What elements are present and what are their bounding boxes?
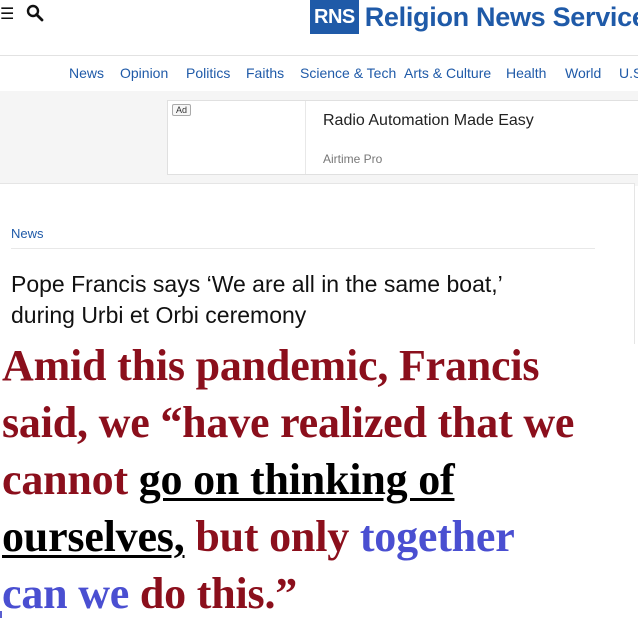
nav-item-us[interactable]: U.S. xyxy=(619,65,638,81)
top-header: ☰ RNS Religion News Service xyxy=(0,0,638,55)
quote-text: Amid this pandemic, Francis xyxy=(2,341,540,390)
quote-underlined-text: ourselves, xyxy=(2,512,185,561)
headline-line-2: during Urbi et Orbi ceremony xyxy=(11,302,307,328)
nav-item-science-tech[interactable]: Science & Tech xyxy=(300,65,396,81)
quote-blue-text: can we xyxy=(2,569,140,618)
quote-line-5: can we do this.” xyxy=(2,565,638,622)
nav-item-faiths[interactable]: Faiths xyxy=(246,65,284,81)
nav-item-world[interactable]: World xyxy=(565,65,601,81)
quote-text: cannot xyxy=(2,455,139,504)
nav-item-news[interactable]: News xyxy=(69,65,104,81)
logo-mark: RNS xyxy=(310,0,359,34)
quote-line-2: said, we “have realized that we xyxy=(2,394,638,451)
headline-line-1: Pope Francis says ‘We are all in the sam… xyxy=(11,271,503,297)
quote-line-3: cannot go on thinking of xyxy=(2,451,638,508)
ad-title[interactable]: Radio Automation Made Easy xyxy=(323,112,534,130)
quote-line-4: ourselves, but only together xyxy=(2,508,638,565)
article-headline: Pope Francis says ‘We are all in the sam… xyxy=(11,269,601,331)
section-link[interactable]: News xyxy=(11,226,44,241)
overlay-quote: Amid this pandemic, Francis said, we “ha… xyxy=(2,337,638,622)
ad-badge: Ad xyxy=(172,104,192,116)
ad-banner[interactable]: Ad Radio Automation Made Easy Airtime Pr… xyxy=(167,100,638,175)
logo-text: Religion News Service xyxy=(364,1,638,32)
nav-item-arts-culture[interactable]: Arts & Culture xyxy=(404,65,491,81)
scroll-marker xyxy=(0,611,2,618)
article-card: News Pope Francis says ‘We are all in th… xyxy=(0,183,635,344)
site-logo[interactable]: RNS Religion News Service xyxy=(310,0,638,34)
ad-sponsor: Airtime Pro xyxy=(323,152,383,166)
ad-image-area[interactable]: Ad xyxy=(168,101,306,174)
search-icon[interactable] xyxy=(26,4,44,27)
nav-item-health[interactable]: Health xyxy=(506,65,546,81)
nav-item-politics[interactable]: Politics xyxy=(186,65,230,81)
divider xyxy=(11,248,595,249)
quote-underlined-text: go on thinking of xyxy=(138,455,455,504)
nav-item-opinion[interactable]: Opinion xyxy=(120,65,168,81)
main-nav: News Opinion Politics Faiths Science & T… xyxy=(0,55,638,92)
quote-text: but only xyxy=(184,512,360,561)
hamburger-menu-icon[interactable]: ☰ xyxy=(0,4,14,23)
quote-text: said, we “have realized that we xyxy=(2,398,575,447)
quote-blue-text: together xyxy=(359,512,515,561)
quote-line-1: Amid this pandemic, Francis xyxy=(2,337,638,394)
quote-text: do this.” xyxy=(139,569,298,618)
